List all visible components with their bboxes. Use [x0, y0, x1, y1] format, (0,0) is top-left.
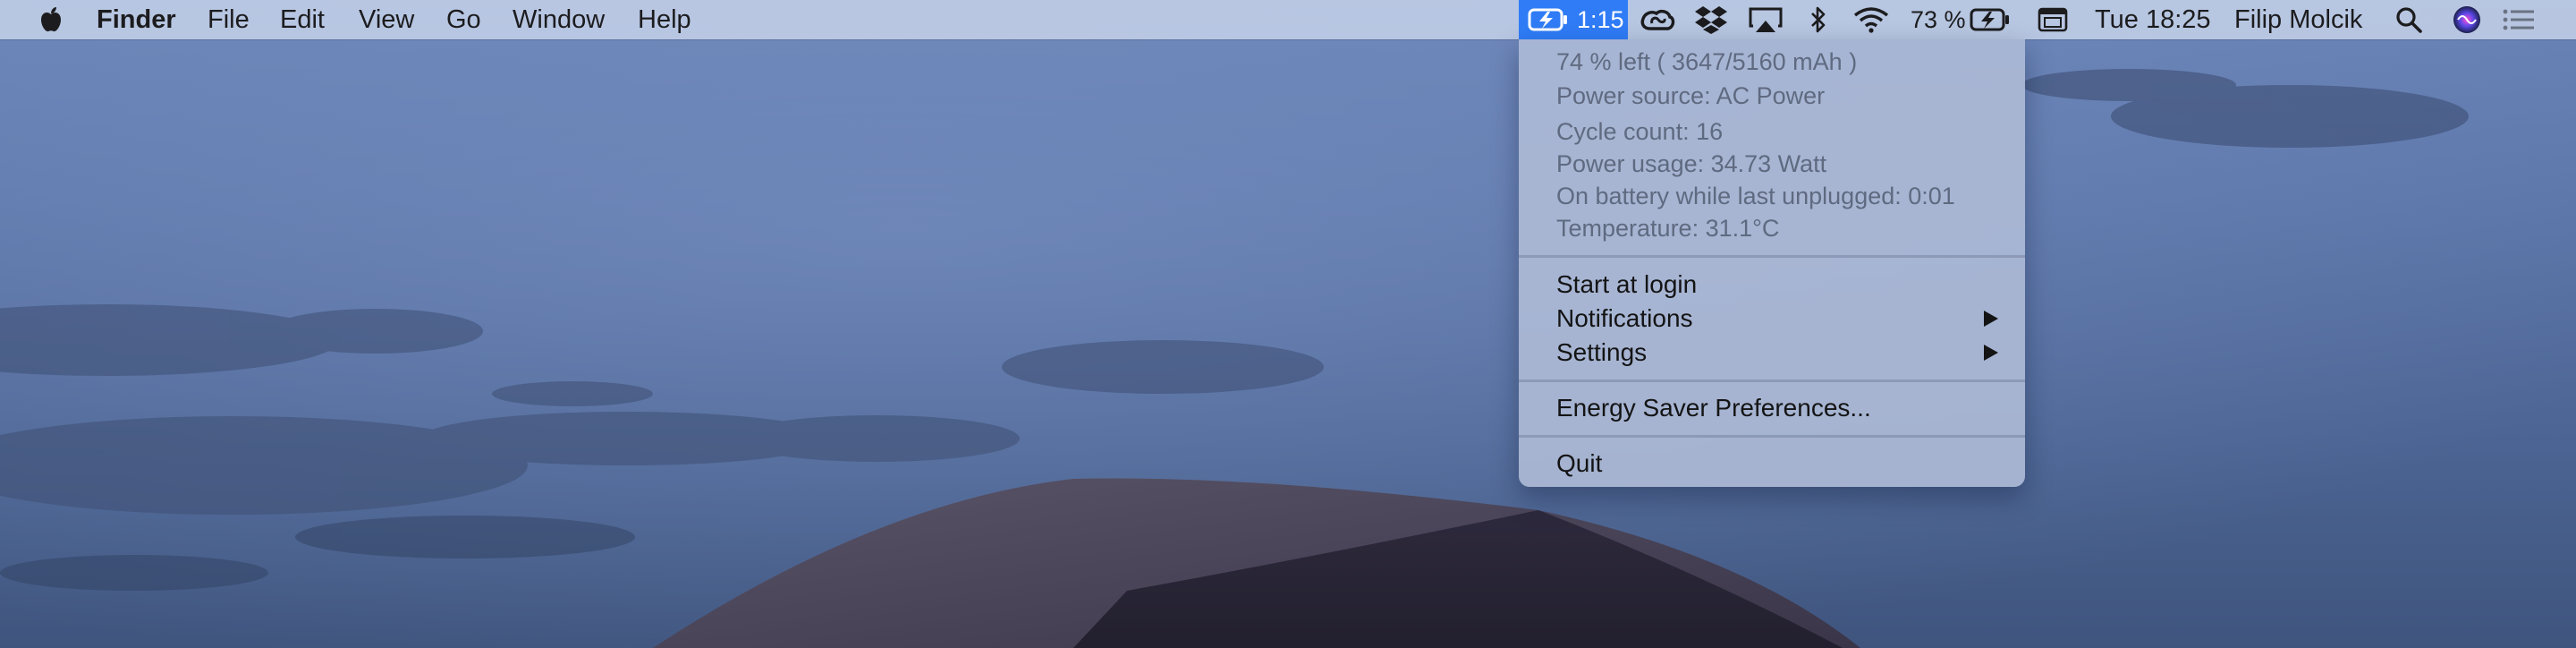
menu-go[interactable]: Go — [446, 0, 481, 39]
submenu-arrow-icon — [1984, 345, 1998, 361]
battery-status-item[interactable]: 1:15 — [1519, 0, 1628, 39]
menu-item-energy-saver-preferences[interactable]: Energy Saver Preferences... — [1519, 391, 2025, 425]
spotlight-search-icon[interactable] — [2394, 0, 2424, 39]
menu-item-label: Notifications — [1556, 304, 1693, 332]
desktop-wallpaper — [0, 0, 2576, 648]
menu-edit[interactable]: Edit — [280, 0, 325, 39]
notification-center-icon[interactable] — [2501, 0, 2537, 39]
menu-item-label: Quit — [1556, 449, 1603, 477]
menubar-clock[interactable]: Tue 18:25 — [2095, 0, 2211, 39]
menu-separator — [1519, 435, 2025, 438]
menu-item-label: Energy Saver Preferences... — [1556, 394, 1871, 422]
power-source-info: Power source: AC Power — [1556, 82, 1826, 109]
battery-dropdown-menu: 74 % left ( 3647/5160 mAh ) Power source… — [1519, 39, 2025, 487]
menu-help[interactable]: Help — [638, 0, 691, 39]
menu-separator — [1519, 379, 2025, 382]
temperature-info: Temperature: 31.1°C — [1556, 215, 1780, 242]
siri-icon[interactable] — [2451, 0, 2483, 39]
battery-icon[interactable] — [1968, 0, 2012, 39]
submenu-arrow-icon — [1984, 311, 1998, 327]
menu-item-start-at-login[interactable]: Start at login — [1519, 268, 2025, 302]
app-menu-finder[interactable]: Finder — [97, 0, 176, 39]
menu-item-notifications[interactable]: Notifications — [1519, 302, 2025, 336]
menu-item-label: Settings — [1556, 338, 1648, 366]
battery-time-remaining: 1:15 — [1577, 6, 1624, 33]
battery-percentage[interactable]: 73 % — [1911, 0, 1966, 39]
power-usage-info: Power usage: 34.73 Watt — [1556, 150, 1827, 177]
cycle-count-info: Cycle count: 16 — [1556, 118, 1724, 145]
bluetooth-icon[interactable] — [1805, 0, 1832, 39]
mojave-dunes-wallpaper — [0, 0, 2576, 648]
menu-file[interactable]: File — [208, 0, 250, 39]
apple-icon[interactable] — [36, 0, 66, 39]
airplay-icon[interactable] — [1746, 0, 1785, 39]
wifi-icon[interactable] — [1852, 0, 1891, 39]
menu-item-settings[interactable]: Settings — [1519, 336, 2025, 370]
battery-charging-icon — [1526, 0, 1571, 39]
last-unplugged-info: On battery while last unplugged: 0:01 — [1556, 183, 1955, 209]
creative-cloud-icon[interactable] — [1637, 0, 1678, 39]
menu-view[interactable]: View — [359, 0, 414, 39]
menu-item-quit[interactable]: Quit — [1519, 447, 2025, 481]
menu-bar: Finder File Edit View Go Window Help 1:1… — [0, 0, 2576, 39]
battery-level-info: 74 % left ( 3647/5160 mAh ) — [1556, 48, 1858, 75]
menu-item-label: Start at login — [1556, 270, 1698, 298]
menu-window[interactable]: Window — [513, 0, 605, 39]
input-source-icon[interactable] — [2036, 0, 2070, 39]
menubar-user-name[interactable]: Filip Molcik — [2234, 0, 2362, 39]
menu-separator — [1519, 255, 2025, 258]
dropbox-icon[interactable] — [1692, 0, 1730, 39]
